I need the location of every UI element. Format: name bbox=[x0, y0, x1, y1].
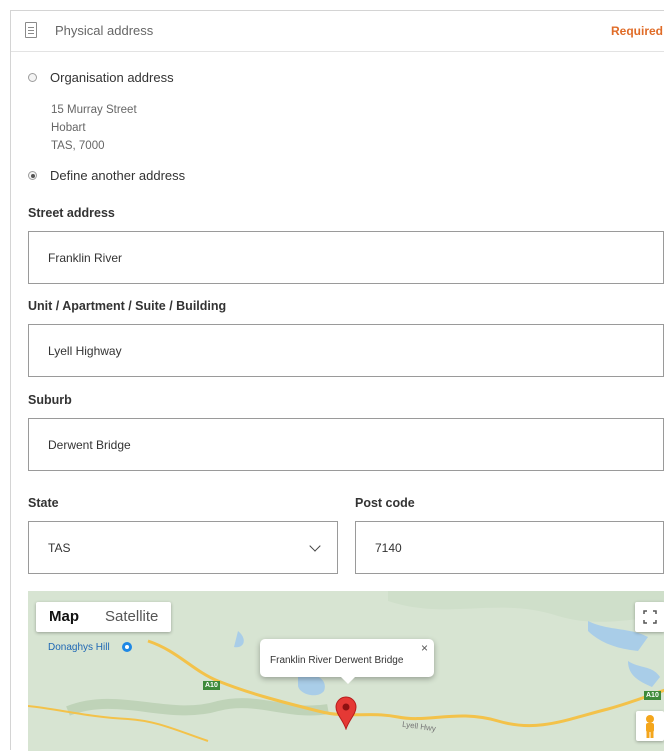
document-icon bbox=[25, 22, 37, 38]
street-address-input[interactable]: Franklin River bbox=[28, 231, 664, 284]
close-icon[interactable]: × bbox=[421, 641, 428, 655]
info-window: Franklin River Derwent Bridge × bbox=[260, 639, 434, 684]
map-tab-map[interactable]: Map bbox=[36, 602, 92, 632]
place-pin-icon bbox=[122, 642, 132, 652]
define-another-address-label[interactable]: Define another address bbox=[50, 168, 185, 183]
state-label: State bbox=[28, 496, 59, 510]
info-window-tail bbox=[340, 676, 356, 684]
unit-value: Lyell Highway bbox=[48, 343, 122, 358]
state-value: TAS bbox=[48, 540, 71, 555]
road-sign: A10 bbox=[203, 681, 220, 690]
suburb-value: Derwent Bridge bbox=[48, 437, 131, 452]
map-marker-icon[interactable] bbox=[335, 696, 357, 730]
pegman-icon bbox=[646, 715, 654, 738]
section-title: Physical address bbox=[55, 23, 154, 38]
location-map[interactable]: Map Satellite Donaghys Hill A10 A10 Lyel… bbox=[28, 591, 664, 751]
place-label: Donaghys Hill bbox=[48, 642, 110, 653]
map-type-toggle: Map Satellite bbox=[36, 602, 172, 632]
fullscreen-icon bbox=[643, 610, 657, 624]
unit-label: Unit / Apartment / Suite / Building bbox=[28, 299, 227, 313]
suburb-label: Suburb bbox=[28, 393, 72, 407]
section-header: Physical address Required bbox=[11, 11, 664, 52]
required-label: Required bbox=[610, 24, 663, 38]
postcode-input[interactable]: 7140 bbox=[355, 521, 664, 574]
suburb-input[interactable]: Derwent Bridge bbox=[28, 418, 664, 471]
unit-input[interactable]: Lyell Highway bbox=[28, 324, 664, 377]
road-sign: A10 bbox=[644, 691, 661, 700]
define-another-address-radio[interactable] bbox=[28, 171, 37, 180]
street-view-button[interactable] bbox=[636, 711, 664, 741]
physical-address-panel: Physical address Required Organisation a… bbox=[10, 10, 664, 751]
state-select[interactable]: TAS bbox=[28, 521, 338, 574]
organisation-address-label[interactable]: Organisation address bbox=[50, 70, 174, 85]
organisation-address-radio[interactable] bbox=[28, 73, 37, 82]
organisation-address-line: 15 Murray Street bbox=[51, 104, 137, 116]
postcode-label: Post code bbox=[355, 496, 415, 510]
fullscreen-button[interactable] bbox=[635, 602, 664, 632]
organisation-address-line: Hobart bbox=[51, 122, 86, 134]
street-address-label: Street address bbox=[28, 206, 115, 220]
postcode-value: 7140 bbox=[375, 540, 402, 555]
street-address-value: Franklin River bbox=[48, 250, 123, 265]
organisation-address-line: TAS, 7000 bbox=[51, 140, 105, 152]
info-window-text: Franklin River Derwent Bridge bbox=[270, 655, 404, 666]
chevron-down-icon bbox=[309, 540, 321, 552]
map-tab-satellite[interactable]: Satellite bbox=[92, 602, 171, 632]
